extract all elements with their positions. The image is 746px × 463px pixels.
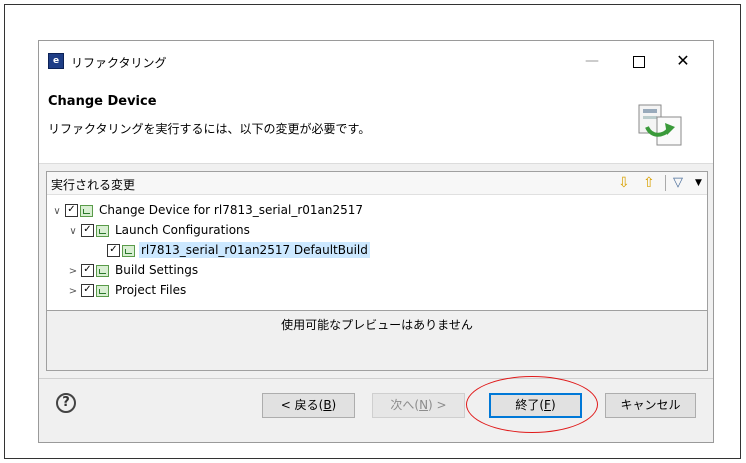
preview-message: 使用可能なプレビューはありません (281, 318, 473, 332)
chevron-right-icon[interactable]: > (67, 282, 79, 302)
tree-item-label: Launch Configurations (115, 223, 250, 237)
maximize-button[interactable] (621, 47, 657, 75)
changes-panel: 実行される変更 ⇩ ⇧ ▽ ▼ ∨ ✓ Change Device for rl78… (46, 171, 708, 311)
change-icon (96, 264, 109, 277)
refactoring-dialog: e リファクタリング — ✕ Change Device リファクタリングを実行… (38, 40, 714, 443)
filter-icon[interactable]: ▽ (673, 174, 683, 192)
change-icon (96, 224, 109, 237)
close-icon: ✕ (676, 51, 690, 70)
footer-divider (39, 378, 713, 379)
down-arrow-icon[interactable]: ⇩ (618, 174, 630, 192)
back-button-label: < 戻る( (280, 398, 324, 412)
tree-item-build-settings[interactable]: > ✓ Build Settings (67, 260, 200, 280)
checkbox-checked[interactable]: ✓ (81, 224, 94, 237)
close-button[interactable]: ✕ (665, 47, 701, 75)
help-icon[interactable]: ? (56, 393, 76, 413)
checkbox-checked[interactable]: ✓ (107, 244, 120, 257)
checkbox-checked[interactable]: ✓ (81, 284, 94, 297)
tree-item-label: Build Settings (115, 263, 199, 277)
window-title: リファクタリング (71, 56, 167, 70)
finish-button-label: 終了( (515, 398, 545, 412)
tree-item-default-build[interactable]: ✓ rl7813_serial_r01an2517 DefaultBuild (105, 240, 370, 260)
change-icon (80, 204, 93, 217)
checkbox-checked[interactable]: ✓ (65, 204, 78, 217)
next-button-label: 次へ( (390, 398, 420, 412)
tree-item-project-files[interactable]: > ✓ Project Files (67, 280, 188, 300)
back-button[interactable]: < 戻る(B) (262, 393, 355, 418)
refactor-wizard-image (638, 104, 682, 146)
title-bar: e リファクタリング — ✕ (39, 41, 713, 83)
up-arrow-icon[interactable]: ⇧ (643, 174, 655, 192)
back-button-mnemonic: B (323, 398, 332, 412)
minimize-button[interactable]: — (574, 47, 610, 75)
tree-item-label: rl7813_serial_r01an2517 DefaultBuild (139, 242, 370, 258)
chevron-right-icon[interactable]: > (67, 262, 79, 282)
wizard-header: Change Device リファクタリングを実行するには、以下の変更が必要です… (39, 83, 713, 164)
app-icon: e (48, 53, 64, 69)
finish-button-suffix: ) (550, 398, 556, 412)
checkbox-checked[interactable]: ✓ (81, 264, 94, 277)
changes-label: 実行される変更 (51, 178, 136, 192)
preview-panel: 使用可能なプレビューはありません (46, 311, 708, 371)
maximize-icon (633, 55, 645, 68)
next-button-suffix: ) > (428, 398, 447, 412)
view-menu-icon[interactable]: ▼ (695, 174, 702, 192)
finish-button[interactable]: 終了(F) (489, 393, 582, 418)
change-icon (96, 284, 109, 297)
cancel-button[interactable]: キャンセル (605, 393, 696, 418)
tree-item-launch-configurations[interactable]: ∨ ✓ Launch Configurations (67, 220, 252, 240)
finish-button-mnemonic: F (544, 398, 551, 412)
page-message: リファクタリングを実行するには、以下の変更が必要です。 (48, 122, 371, 136)
chevron-down-icon[interactable]: ∨ (51, 202, 63, 222)
minimize-icon: — (585, 53, 599, 69)
change-icon (122, 244, 135, 257)
page-title: Change Device (48, 94, 157, 109)
chevron-down-icon[interactable]: ∨ (67, 222, 79, 242)
tree-item-label: Project Files (115, 283, 187, 297)
toolbar-separator (665, 175, 666, 191)
next-button-mnemonic: N (419, 398, 429, 412)
tree-item-label: Change Device for rl7813_serial_r01an251… (99, 203, 364, 217)
tree-item-change-device[interactable]: ∨ ✓ Change Device for rl7813_serial_r01an2… (51, 200, 365, 220)
back-button-suffix: ) (331, 398, 337, 412)
changes-header: 実行される変更 ⇩ ⇧ ▽ ▼ (47, 172, 707, 195)
next-button[interactable]: 次へ(N) > (372, 393, 465, 418)
